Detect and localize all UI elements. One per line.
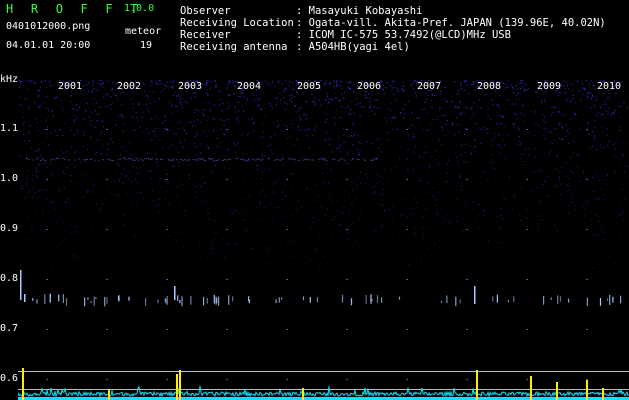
receiver-value: : ICOM IC-575 53.7492(@LCD)MHz USB — [296, 29, 511, 41]
interference-band — [26, 158, 378, 161]
location-label: Receiving Location — [180, 17, 294, 29]
ytick-label: 0.7 — [0, 323, 19, 334]
year-label: 2006 — [357, 81, 382, 92]
year-label: 2007 — [417, 81, 442, 92]
year-label: 2003 — [178, 81, 203, 92]
app-logo: H R O F F T — [6, 2, 143, 16]
year-label: 2005 — [297, 81, 322, 92]
meteor-label: meteor — [125, 26, 162, 37]
ytick-label: 0.8 — [0, 273, 19, 284]
year-label: 2004 — [237, 81, 262, 92]
noise-layer — [18, 80, 629, 321]
meteor-echo-layer — [20, 270, 622, 307]
observer-label: Observer — [180, 5, 231, 17]
signal-baseline-layer — [18, 368, 629, 400]
location-value: : Ogata-vill. Akita-Pref. JAPAN (139.96E… — [296, 17, 606, 29]
ytick-label: 1.0 — [0, 173, 19, 184]
ytick-label: 1.1 — [0, 123, 19, 134]
ytick-label: 0.6 — [0, 373, 19, 384]
ytick-label: 0.9 — [0, 223, 19, 234]
year-label: 2010 — [597, 81, 622, 92]
antenna-value: : A504HB(yagi 4el) — [296, 41, 410, 53]
file-name: 0401012000.png — [6, 21, 91, 32]
year-label: 2001 — [58, 81, 83, 92]
hrofft-window: H R O F F T 1.0.0 0401012000.png meteor … — [0, 0, 629, 400]
unit-label: kHz — [0, 74, 19, 85]
timestamp: 04.01.01 20:00 — [6, 40, 91, 51]
axis-ticks — [46, 129, 588, 380]
app-version: 1.0.0 — [124, 3, 155, 14]
year-label: 2008 — [477, 81, 502, 92]
year-label: 2009 — [537, 81, 562, 92]
year-label: 2002 — [117, 81, 142, 92]
observer-value: : Masayuki Kobayashi — [296, 5, 423, 17]
antenna-label: Receiving antenna — [180, 41, 288, 53]
meteor-count: 19 — [140, 40, 153, 51]
spectrogram — [18, 80, 629, 400]
frequency-axis: kHz 1.1 1.0 0.9 0.8 0.7 0.6 — [0, 0, 18, 400]
receiver-label: Receiver — [180, 29, 231, 41]
